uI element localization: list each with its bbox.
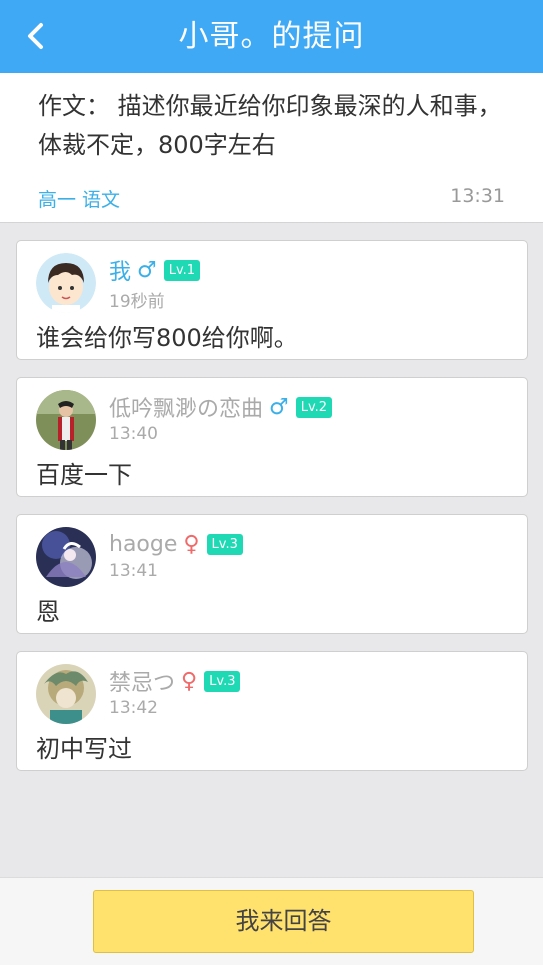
answer-card[interactable]: 禁忌つ ♀ Lv.3 13:42 初中写过 <box>16 651 528 771</box>
level-badge: Lv.1 <box>163 259 201 281</box>
avatar[interactable] <box>36 253 96 313</box>
answer-user-row: 低吟飘渺の恋曲 ♂ Lv.2 <box>109 391 333 423</box>
answer-button[interactable]: 我来回答 <box>93 890 474 953</box>
question-panel: 作文： 描述你最近给你印象最深的人和事，体裁不定，800字左右 高一 语文 13… <box>0 73 543 223</box>
answer-time: 19秒前 <box>109 292 165 312</box>
answer-content: 恩 <box>36 598 60 626</box>
female-icon: ♀ <box>181 668 198 694</box>
avatar[interactable] <box>36 664 96 724</box>
answer-user-row: 我 ♂ Lv.1 <box>109 254 201 286</box>
avatar[interactable] <box>36 527 96 587</box>
answer-time: 13:41 <box>109 561 158 581</box>
answer-user-name[interactable]: haoge <box>109 532 177 557</box>
answer-time: 13:42 <box>109 698 158 718</box>
avatar[interactable] <box>36 390 96 450</box>
answer-user-name[interactable]: 禁忌つ <box>109 665 175 697</box>
question-text: 作文： 描述你最近给你印象最深的人和事，体裁不定，800字左右 <box>38 92 502 159</box>
answer-card[interactable]: 我 ♂ Lv.1 19秒前 谁会给你写800给你啊。 <box>16 240 528 360</box>
level-badge: Lv.2 <box>295 396 333 418</box>
answer-user-name[interactable]: 低吟飘渺の恋曲 <box>109 391 263 423</box>
answer-user-name[interactable]: 我 <box>109 254 131 286</box>
answer-user-row: haoge ♀ Lv.3 <box>109 529 243 559</box>
male-icon: ♂ <box>137 257 157 283</box>
answer-content: 谁会给你写800给你啊。 <box>36 324 298 352</box>
answer-user-row: 禁忌つ ♀ Lv.3 <box>109 665 241 697</box>
female-icon: ♀ <box>183 531 200 557</box>
level-badge: Lv.3 <box>206 533 243 555</box>
bottom-bar: 我来回答 <box>0 877 543 965</box>
answer-content: 百度一下 <box>36 461 132 489</box>
male-icon: ♂ <box>269 394 289 420</box>
question-time: 13:31 <box>450 185 505 207</box>
top-bar: 小哥。的提问 <box>0 0 543 73</box>
answer-card[interactable]: haoge ♀ Lv.3 13:41 恩 <box>16 514 528 634</box>
answer-card[interactable]: 低吟飘渺の恋曲 ♂ Lv.2 13:40 百度一下 <box>16 377 528 497</box>
answer-time: 13:40 <box>109 424 158 444</box>
answer-list: 我 ♂ Lv.1 19秒前 谁会给你写800给你啊。 低吟飘渺の恋曲 ♂ Lv.… <box>16 240 528 788</box>
page-title: 小哥。的提问 <box>178 19 365 54</box>
answer-content: 初中写过 <box>36 735 132 763</box>
question-subject-tag[interactable]: 高一 语文 <box>38 185 120 212</box>
level-badge: Lv.3 <box>204 670 241 692</box>
